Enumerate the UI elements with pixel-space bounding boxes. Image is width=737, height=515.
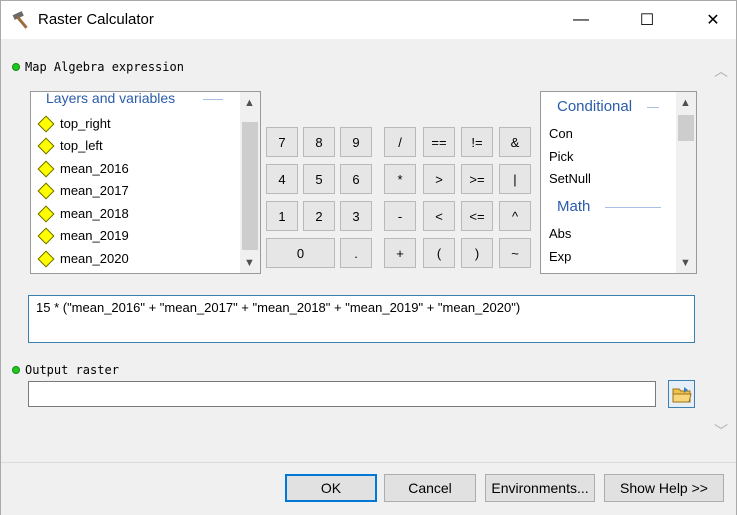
output-raster-input[interactable]: [28, 381, 656, 407]
output-label-text: Output raster: [25, 363, 119, 377]
folder-icon: [672, 386, 692, 402]
layer-name: top_right: [60, 116, 111, 131]
key-less-equal[interactable]: <=: [461, 201, 493, 231]
key-plus[interactable]: +: [384, 238, 416, 268]
scroll-thumb[interactable]: [242, 122, 258, 250]
show-help-button[interactable]: Show Help >>: [604, 474, 724, 502]
layer-item[interactable]: mean_2020: [37, 250, 129, 267]
window-title: Raster Calculator: [38, 11, 154, 28]
key-3[interactable]: 3: [340, 201, 372, 231]
function-category-math: Math: [557, 198, 591, 215]
layers-scrollbar[interactable]: ▲ ▼: [240, 92, 260, 273]
layer-name: mean_2018: [60, 206, 129, 221]
maximize-button[interactable]: ☐: [624, 1, 670, 39]
key-not[interactable]: ~: [499, 238, 531, 268]
dialog-content: Map Algebra expression Layers and variab…: [3, 41, 706, 461]
key-minus[interactable]: -: [384, 201, 416, 231]
functions-list[interactable]: Conditional Con Pick SetNull Math Abs Ex…: [540, 91, 697, 274]
raster-layer-icon: [37, 137, 55, 154]
minimize-button[interactable]: —: [558, 1, 604, 39]
category-divider: [647, 107, 659, 108]
raster-calculator-window: Raster Calculator — ☐ ✕ Map Algebra expr…: [0, 0, 737, 515]
hammer-icon: [12, 11, 28, 29]
layer-item[interactable]: mean_2019: [37, 227, 129, 244]
key-8[interactable]: 8: [303, 127, 335, 157]
raster-layer-icon: [37, 250, 55, 267]
category-divider: [605, 207, 661, 208]
key-4[interactable]: 4: [266, 164, 298, 194]
key-open-paren[interactable]: (: [423, 238, 455, 268]
raster-layer-icon: [37, 182, 55, 199]
raster-layer-icon: [37, 227, 55, 244]
legend-divider: [203, 99, 223, 100]
key-7[interactable]: 7: [266, 127, 298, 157]
key-1[interactable]: 1: [266, 201, 298, 231]
scroll-up-icon[interactable]: ▲: [244, 97, 255, 109]
function-item[interactable]: Con: [549, 126, 573, 141]
raster-layer-icon: [37, 205, 55, 222]
environments-button[interactable]: Environments...: [485, 474, 595, 502]
layer-name: mean_2017: [60, 183, 129, 198]
key-less[interactable]: <: [423, 201, 455, 231]
layer-item[interactable]: mean_2018: [37, 205, 129, 222]
raster-layer-icon: [37, 160, 55, 177]
expression-label: Map Algebra expression: [12, 60, 184, 74]
layer-item[interactable]: mean_2017: [37, 182, 129, 199]
chevron-up-icon[interactable]: ︿: [714, 61, 728, 81]
scroll-down-icon[interactable]: ▼: [244, 257, 255, 269]
key-xor[interactable]: ^: [499, 201, 531, 231]
key-multiply[interactable]: *: [384, 164, 416, 194]
required-dot-icon: [12, 63, 20, 71]
functions-scrollbar[interactable]: ▲ ▼: [676, 92, 696, 273]
key-equal[interactable]: ==: [423, 127, 455, 157]
layer-name: top_left: [60, 138, 103, 153]
browse-button[interactable]: [668, 380, 695, 408]
function-category-conditional: Conditional: [557, 98, 633, 115]
expression-textbox[interactable]: 15 * ("mean_2016" + "mean_2017" + "mean_…: [28, 295, 695, 343]
key-decimal[interactable]: .: [340, 238, 372, 268]
layers-legend: Layers and variables: [46, 91, 176, 106]
key-5[interactable]: 5: [303, 164, 335, 194]
key-greater[interactable]: >: [423, 164, 455, 194]
layer-item[interactable]: top_left: [37, 137, 103, 154]
key-0[interactable]: 0: [266, 238, 335, 268]
ok-button[interactable]: OK: [285, 474, 377, 502]
layer-item[interactable]: top_right: [37, 115, 111, 132]
output-label: Output raster: [12, 363, 119, 377]
key-greater-equal[interactable]: >=: [461, 164, 493, 194]
function-item[interactable]: Abs: [549, 226, 571, 241]
layer-item[interactable]: mean_2016: [37, 160, 129, 177]
key-not-equal[interactable]: !=: [461, 127, 493, 157]
expression-label-text: Map Algebra expression: [25, 60, 184, 74]
key-divide[interactable]: /: [384, 127, 416, 157]
key-or[interactable]: |: [499, 164, 531, 194]
key-close-paren[interactable]: ): [461, 238, 493, 268]
close-button[interactable]: ✕: [690, 1, 736, 39]
required-dot-icon: [12, 366, 20, 374]
dialog-scrollbar[interactable]: ︿ ﹀: [706, 41, 736, 461]
key-2[interactable]: 2: [303, 201, 335, 231]
layer-name: mean_2019: [60, 228, 129, 243]
scroll-thumb[interactable]: [678, 115, 694, 141]
cancel-button[interactable]: Cancel: [384, 474, 476, 502]
raster-layer-icon: [37, 115, 55, 132]
key-9[interactable]: 9: [340, 127, 372, 157]
key-and[interactable]: &: [499, 127, 531, 157]
chevron-down-icon[interactable]: ﹀: [714, 421, 728, 441]
function-item[interactable]: Pick: [549, 149, 574, 164]
scroll-up-icon[interactable]: ▲: [680, 97, 691, 109]
layers-list[interactable]: Layers and variables top_right top_left …: [30, 91, 261, 274]
function-item[interactable]: SetNull: [549, 171, 591, 186]
button-bar: OK Cancel Environments... Show Help >>: [1, 462, 736, 515]
scroll-down-icon[interactable]: ▼: [680, 257, 691, 269]
function-item[interactable]: Exp: [549, 249, 571, 264]
layer-name: mean_2020: [60, 251, 129, 266]
title-bar: Raster Calculator — ☐ ✕: [1, 1, 736, 39]
layer-name: mean_2016: [60, 161, 129, 176]
key-6[interactable]: 6: [340, 164, 372, 194]
